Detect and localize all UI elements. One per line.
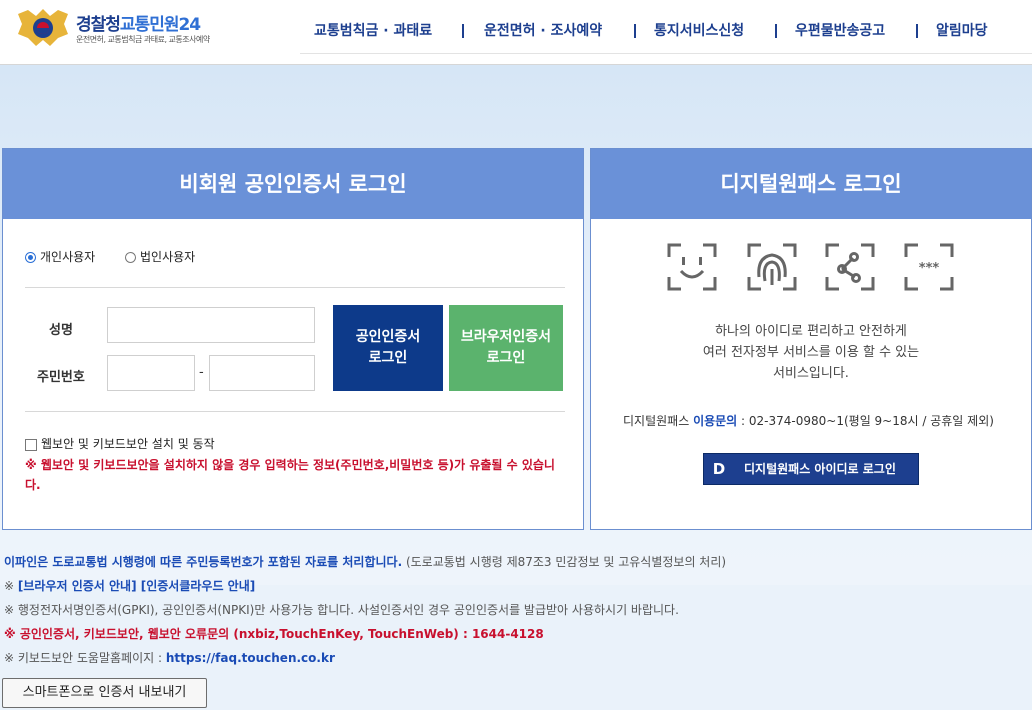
keyboard-help-note: ※ 키보드보안 도움말홈페이지 : https://faq.touchen.co… [4, 646, 335, 670]
nav-separator [775, 24, 777, 38]
onepass-login-button[interactable]: D 디지털원패스 아이디로 로그인 [703, 453, 919, 485]
site-logo[interactable]: 경찰청교통민원24 운전면허, 교통범칙금 과태료, 교통조사예약 [14, 8, 254, 50]
radio-unselected-icon [125, 252, 136, 263]
desc-line: 여러 전자정부 서비스를 이용 할 수 있는 [702, 345, 920, 360]
privacy-note-rest: (도로교통법 시행령 제87조3 민감정보 및 고유식별정보의 처리) [402, 555, 727, 569]
rrn-front-input[interactable] [107, 355, 195, 391]
police-emblem-icon [18, 9, 68, 46]
onepass-description: 하나의 아이디로 편리하고 안전하게 여러 전자정부 서비스를 이용 할 수 있… [591, 321, 1031, 384]
security-checkbox-row[interactable]: 웹보안 및 키보드보안 설치 및 동작 [25, 435, 215, 452]
digital-onepass-panel: 디지털원패스 로그인 *** 하나의 아이디로 편리하고 안전하게 여러 전자정… [590, 148, 1032, 530]
radio-selected-icon [25, 252, 36, 263]
radio-personal[interactable]: 개인사용자 [25, 249, 95, 265]
nav-item-notice[interactable]: 알림마당 [936, 20, 988, 42]
svg-text:***: *** [919, 261, 940, 276]
security-checkbox-label: 웹보안 및 키보드보안 설치 및 동작 [41, 437, 215, 451]
logo-title-sub: 교통민원24 [119, 15, 201, 35]
pattern-icon [825, 243, 875, 291]
contact-label: 이용문의 [693, 414, 738, 428]
cert-cloud-guide-link[interactable]: [인증서클라우드 안내] [137, 579, 256, 593]
nav-separator [462, 24, 464, 38]
nav-underline [300, 53, 1032, 54]
rrn-back-input[interactable] [209, 355, 315, 391]
logo-title: 경찰청교통민원24 [76, 10, 201, 35]
rrn-dash: - [199, 365, 204, 380]
nav-item-notification[interactable]: 통지서비스신청 [654, 20, 744, 42]
logo-title-main: 경찰청 [76, 15, 121, 35]
rrn-label: 주민번호 [37, 370, 85, 385]
onepass-login-label: 디지털원패스 아이디로 로그인 [744, 462, 896, 476]
privacy-note-bold: 이파인은 도로교통법 시행령에 따른 주민등록번호가 포함된 자료를 처리합니다… [4, 555, 403, 569]
name-label: 성명 [49, 323, 73, 338]
desc-line: 하나의 아이디로 편리하고 안전하게 [715, 324, 907, 339]
cert-login-button[interactable]: 공인인증서 로그인 [333, 305, 443, 391]
nav-separator [634, 24, 636, 38]
onepass-d-icon: D [712, 460, 726, 478]
face-recognition-icon [667, 243, 717, 291]
logo-tagline: 운전면허, 교통범칙금 과태료, 교통조사예약 [76, 35, 210, 44]
note-mark: ※ [4, 579, 18, 593]
nav-separator [916, 24, 918, 38]
checkbox-icon[interactable] [25, 438, 37, 451]
security-warning: ※ 웹보안 및 키보드보안을 설치하지 않을 경우 입력하는 정보(주민번호,비… [25, 458, 555, 492]
cert-login-panel: 비회원 공인인증서 로그인 개인사용자 법인사용자 성명 주민번호 - 공인인증… [2, 148, 584, 530]
radio-corporate-label: 법인사용자 [140, 250, 196, 264]
privacy-note: 이파인은 도로교통법 시행령에 따른 주민등록번호가 포함된 자료를 처리합니다… [4, 550, 726, 574]
cert-login-title: 비회원 공인인증서 로그인 [3, 149, 583, 219]
desc-line: 서비스입니다. [773, 366, 849, 381]
keyboard-help-prefix: ※ 키보드보안 도움말홈페이지 : [4, 651, 166, 665]
guide-links: ※ [브라우저 인증서 안내] [인증서클라우드 안내] [4, 574, 255, 598]
contact-prefix: 디지털원패스 [623, 414, 694, 428]
name-input[interactable] [107, 307, 315, 343]
nav-item-fines[interactable]: 교통범칙금 · 과태료 [314, 20, 432, 42]
nav-item-license[interactable]: 운전면허 · 조사예약 [484, 20, 602, 42]
error-contact-note: ※ 공인인증서, 키보드보안, 웹보안 오류문의 (nxbiz,TouchEnK… [4, 627, 544, 641]
password-icon: *** [904, 243, 954, 291]
export-cert-to-phone-button[interactable]: 스마트폰으로 인증서 내보내기 [2, 678, 207, 708]
nav-item-returned-mail[interactable]: 우편물반송공고 [795, 20, 885, 42]
divider [25, 287, 565, 288]
radio-personal-label: 개인사용자 [40, 250, 96, 264]
divider [25, 411, 565, 412]
site-header: 경찰청교통민원24 운전면허, 교통범칙금 과태료, 교통조사예약 교통범칙금 … [0, 0, 1032, 65]
keyboard-help-link[interactable]: https://faq.touchen.co.kr [166, 651, 335, 665]
fingerprint-icon [747, 243, 797, 291]
browser-cert-login-button[interactable]: 브라우저인증서 로그인 [449, 305, 563, 391]
onepass-title: 디지털원패스 로그인 [591, 149, 1031, 219]
cert-type-note: ※ 행정전자서명인증서(GPKI), 공인인증서(NPKI)만 사용가능 합니다… [4, 603, 679, 617]
contact-value: : 02-374-0980~1(평일 9~18시 / 공휴일 제외) [737, 414, 994, 428]
onepass-contact: 디지털원패스 이용문의 : 02-374-0980~1(평일 9~18시 / 공… [623, 412, 994, 429]
radio-corporate[interactable]: 법인사용자 [125, 249, 195, 265]
browser-cert-guide-link[interactable]: [브라우저 인증서 안내] [18, 579, 137, 593]
